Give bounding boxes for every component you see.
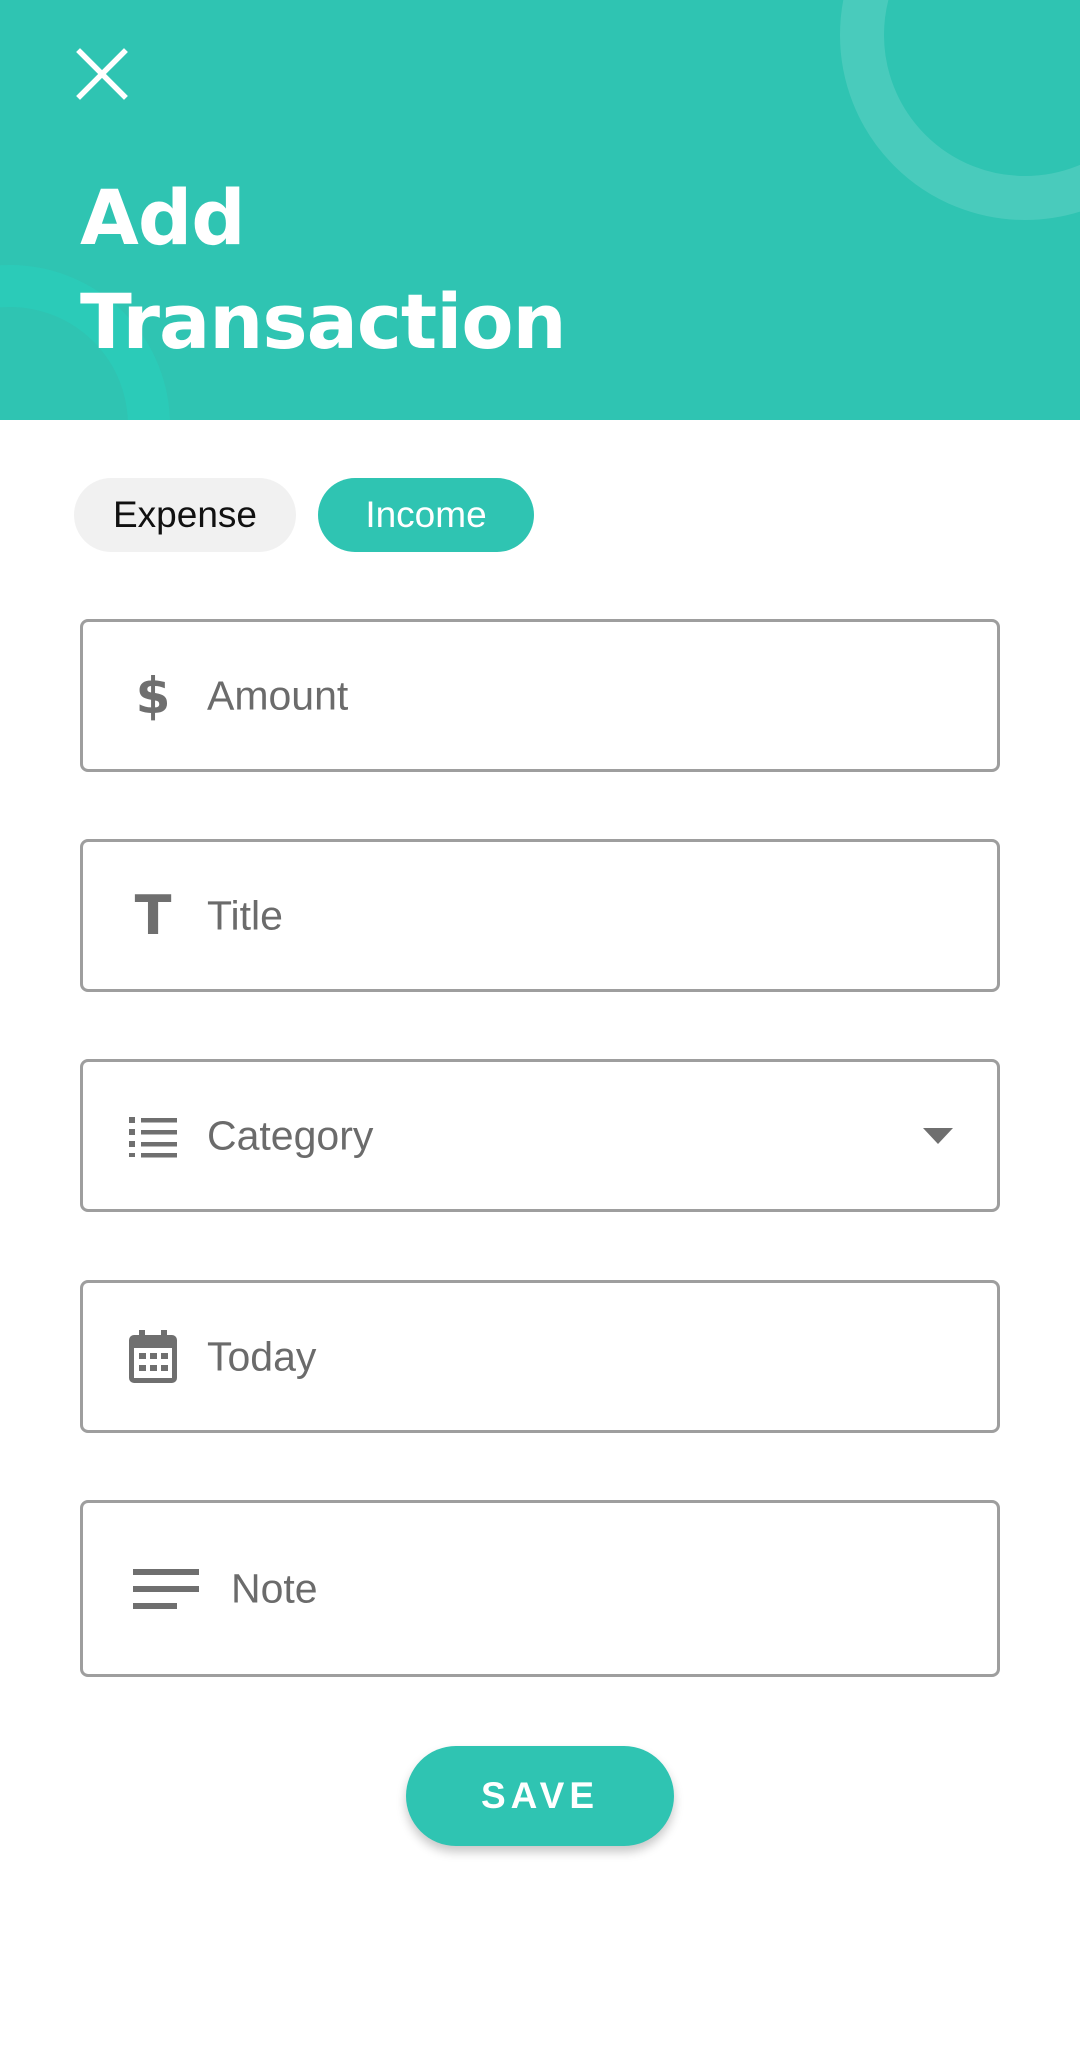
- transaction-type-toggle: Expense Income: [74, 478, 534, 552]
- dollar-icon: $: [135, 666, 171, 725]
- decorative-ring: [840, 0, 1080, 220]
- header: Add Transaction: [0, 0, 1080, 420]
- calendar-icon: [125, 1329, 181, 1385]
- notes-icon: [133, 1561, 199, 1617]
- note-placeholder: Note: [231, 1565, 318, 1611]
- save-button-label: SAVE: [480, 1775, 599, 1816]
- page-title-line1: Add: [80, 173, 246, 262]
- page-title-line2: Transaction: [80, 277, 567, 366]
- title-field[interactable]: T Title: [80, 839, 1000, 992]
- title-placeholder: Title: [207, 892, 283, 938]
- category-select[interactable]: Category: [80, 1059, 1000, 1212]
- income-chip-label: Income: [365, 494, 487, 535]
- date-field[interactable]: Today: [80, 1280, 1000, 1433]
- date-value: Today: [207, 1333, 317, 1379]
- list-icon: [125, 1108, 181, 1164]
- amount-field[interactable]: $ Amount: [80, 619, 1000, 772]
- income-chip[interactable]: Income: [318, 478, 534, 552]
- close-button[interactable]: [58, 30, 146, 118]
- amount-placeholder: Amount: [207, 672, 349, 718]
- note-field[interactable]: Note: [80, 1500, 1000, 1677]
- save-button[interactable]: SAVE: [406, 1746, 674, 1846]
- category-placeholder: Category: [207, 1112, 374, 1158]
- expense-chip-label: Expense: [113, 494, 257, 535]
- dropdown-arrow-icon: [923, 1127, 953, 1144]
- expense-chip[interactable]: Expense: [74, 478, 296, 552]
- close-icon: [76, 48, 128, 100]
- page-title: Add Transaction: [80, 166, 780, 374]
- text-t-icon: T: [134, 883, 172, 947]
